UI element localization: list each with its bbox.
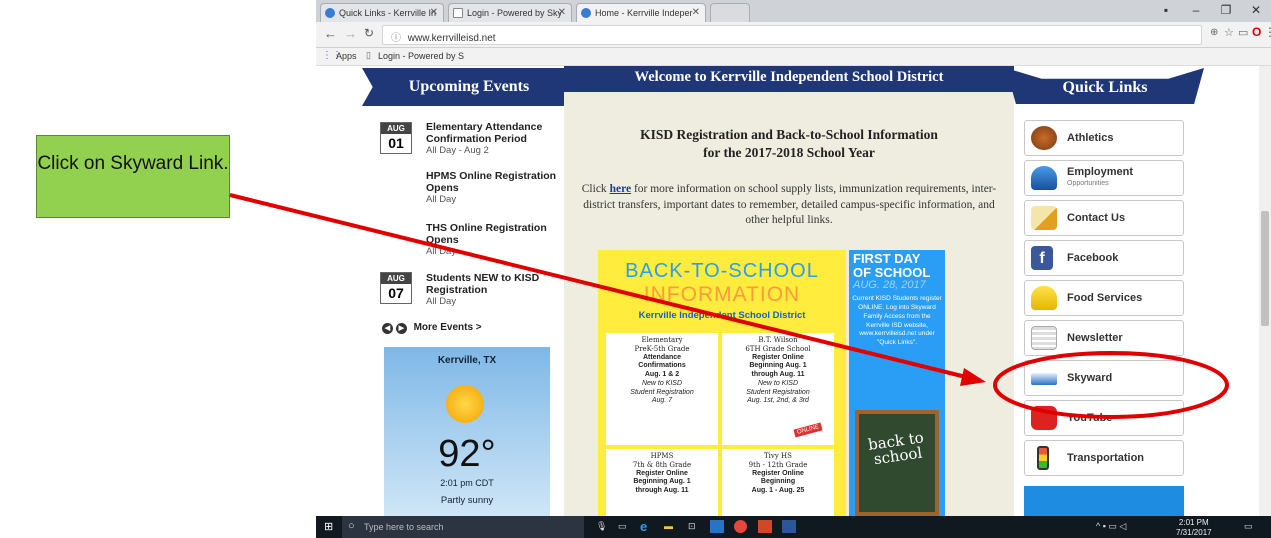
highlight-ellipse	[993, 351, 1229, 419]
annotation-overlay	[229, 193, 1229, 419]
pointer-arrow-line	[229, 193, 971, 380]
arrow-head-icon	[960, 368, 986, 386]
screenshot-root: Quick Links - Kerrville In ✕ Login - Pow…	[0, 0, 1271, 538]
